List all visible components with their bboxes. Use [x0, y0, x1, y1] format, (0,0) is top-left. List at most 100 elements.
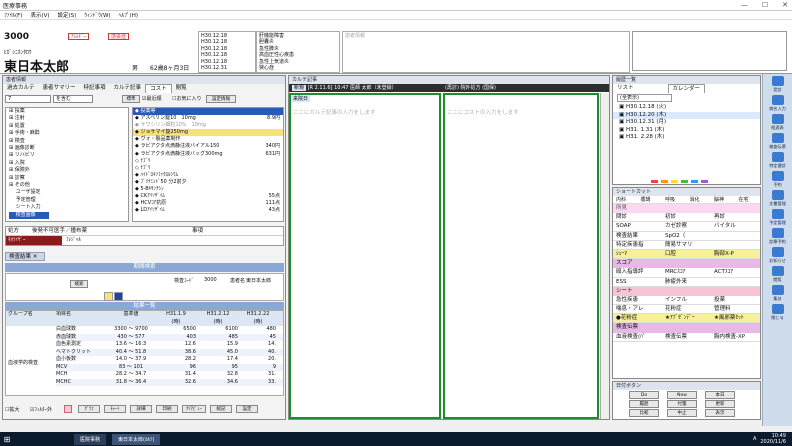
shortcut-tab[interactable]: 在宅	[736, 196, 761, 203]
tab-summary[interactable]: 患者サマリー	[39, 84, 80, 93]
tree-item[interactable]: ⊞ 検査	[9, 138, 128, 145]
shortcut-item[interactable]: 問診	[613, 213, 662, 221]
table-row[interactable]: 白血球数 3300 ～ 9700 6500 6100 480	[56, 326, 283, 334]
sidebar-button[interactable]: 経過表	[765, 114, 791, 131]
settings-info-button[interactable]: 設定情報	[206, 95, 236, 103]
color-tag[interactable]	[651, 180, 658, 183]
shortcut-tab[interactable]: 内科	[613, 196, 638, 203]
list-item[interactable]: ◆ ﾌﾞﾘﾅﾐﾝﾄﾞ50 分2前夕	[133, 179, 283, 186]
nav-button[interactable]: 本日	[705, 391, 735, 399]
print-button[interactable]: 印刷	[156, 405, 178, 413]
shortcut-item[interactable]: 投薬	[711, 296, 760, 304]
tree-item[interactable]: ⊞ リハビリ	[9, 152, 128, 159]
history-filter[interactable]: (全表示)	[617, 94, 672, 102]
menu-help[interactable]: ﾍﾙﾌﾟ(H)	[119, 11, 138, 19]
color-tag[interactable]	[661, 180, 668, 183]
color-tag[interactable]	[701, 180, 708, 183]
shortcut-item[interactable]: 花粉症	[662, 305, 711, 313]
filter-checkbox[interactable]: ☑ﾌｨﾙﾀｰ外	[30, 406, 52, 413]
chart-button[interactable]: ﾁｬｰﾄ	[104, 405, 126, 413]
karte-scrollbar[interactable]	[600, 93, 609, 419]
tab-cost[interactable]: コスト	[145, 84, 172, 93]
list-item[interactable]: ◇ ﾅﾌﾞﾘ	[133, 165, 283, 172]
marker-icon[interactable]	[114, 292, 123, 301]
favorite-checkbox[interactable]: ☐お気に入り	[172, 95, 202, 102]
tree-item[interactable]: ⊞ 投薬	[9, 108, 128, 115]
detail-button[interactable]: 詳細	[130, 405, 152, 413]
shortcut-item[interactable]: SOAP	[613, 222, 662, 230]
color-tag[interactable]	[691, 180, 698, 183]
sidebar-button[interactable]: 閉じる	[765, 304, 791, 321]
shortcut-item[interactable]: 肺疲外来	[662, 278, 711, 286]
table-row[interactable]: MCV 83 ～ 101 96 95 9	[56, 363, 283, 371]
table-row[interactable]: ﾌﾚｼﾞｬﾙ	[62, 236, 81, 245]
list-item[interactable]: ▣ H30.12.18 (火)	[613, 104, 760, 112]
shortcut-item[interactable]: カゼ診察	[662, 222, 711, 230]
disease-name-list[interactable]: 肝機能障害 胆囊炎 急性膵炎 高血圧性心疾患 急性上気道炎 狭心症	[256, 31, 340, 73]
shortcut-item[interactable]: 胸内検査-XP	[711, 333, 760, 341]
shortcut-item[interactable]: 管理料	[711, 305, 760, 313]
infection-badge[interactable]: 感染症	[108, 33, 130, 40]
shortcut-item[interactable]: 殴入指導評	[613, 268, 662, 276]
shortcut-item[interactable]: ★風邪薬ｾｯﾄ	[711, 314, 760, 322]
sidebar-button[interactable]: 特定健診	[765, 152, 791, 169]
sidebar-button[interactable]: 病名入力	[765, 95, 791, 112]
table-row[interactable]: MCHC 31.8 ～ 36.4 32.6 34.6 33.	[56, 378, 283, 386]
sidebar-button[interactable]: 集計	[765, 285, 791, 302]
color-marker-icon[interactable]	[64, 405, 72, 413]
nav-button[interactable]: 比較	[629, 409, 659, 417]
list-item[interactable]: ◆ ラビアクタ点滴静注液バッグ300mg 631円	[133, 151, 283, 158]
sidebar-button[interactable]: 文書管理	[765, 190, 791, 207]
tab-special[interactable]: 特記事項	[80, 84, 110, 93]
shortcut-item[interactable]: 胸部X-P	[711, 250, 760, 258]
list-item[interactable]: ▣ H30.12.31 (月)	[613, 119, 760, 127]
lab-search-button[interactable]: 検索	[70, 280, 88, 288]
windows-start-icon[interactable]: ⊞	[0, 435, 14, 444]
shortcut-tab[interactable]: 脳神	[711, 196, 736, 203]
shortcut-item[interactable]: ESS	[613, 278, 662, 286]
allergy-badge[interactable]: ｱﾚﾙｷﾞｰ	[68, 33, 90, 40]
order-category-tree[interactable]: ⊞ 投薬 ⊞ 注射 ⊞ 処置 ⊞ 手術・麻酔 ⊞ 検査 ⊞ 画像診断 ⊞ リハビ…	[5, 107, 129, 222]
table-row[interactable]: ﾈｵﾗｲｻﾞｰ	[6, 236, 62, 245]
tab-view[interactable]: 閲覧	[172, 84, 191, 93]
shortcut-tab[interactable]: 消化	[687, 196, 712, 203]
patient-memo-box[interactable]: 患者情報	[342, 31, 630, 73]
close-icon[interactable]: ✕	[782, 1, 788, 9]
tree-item[interactable]: ⊞ 診察	[9, 175, 128, 182]
shortcut-item[interactable]: 検査結果	[613, 232, 662, 240]
recent-checkbox[interactable]: ☑最近順	[142, 95, 162, 102]
list-item[interactable]: ▣ H31. 2.28 (木)	[613, 134, 760, 142]
shortcut-item[interactable]: MRCｽｺｱ	[662, 268, 711, 276]
karte-note-area[interactable]: 来院日 ここにカルテ記事の入力をします	[289, 93, 441, 419]
table-row[interactable]: ヘマトクリット 40.4 ～ 51.8 38.6 45.0 40.	[56, 348, 283, 356]
sidebar-button[interactable]: 予約	[765, 171, 791, 188]
nav-button[interactable]: 履歴	[629, 400, 659, 408]
nav-button[interactable]: 更新	[705, 400, 735, 408]
clear-view-button[interactable]: ｸﾘｱﾋﾞｭｰ	[182, 405, 206, 413]
tab-past-karte[interactable]: 過去カルテ	[3, 84, 39, 93]
minimize-icon[interactable]: —	[741, 1, 748, 9]
tree-item[interactable]: ⊞ 保険外	[9, 167, 128, 174]
tree-item[interactable]: ⊞ 手術・麻酔	[9, 130, 128, 137]
shortcut-item[interactable]: 急性疾患	[613, 296, 662, 304]
tree-item[interactable]: シート入力	[9, 204, 128, 211]
tree-item[interactable]: 検査画像	[9, 211, 49, 220]
shortcut-item[interactable]: インフル	[662, 296, 711, 304]
shortcut-item[interactable]	[711, 278, 760, 286]
shortcut-item[interactable]: 特定疾患指	[613, 241, 662, 249]
nav-button[interactable]: 中止	[667, 409, 697, 417]
history-list[interactable]: ▣ H30.12.18 (火) ▣ H30.12.20 (木) ▣ H30.12…	[613, 104, 760, 142]
shortcut-item[interactable]: ★ｱﾌﾞｾﾞﾝﾃﾞｰ	[662, 314, 711, 322]
shortcut-item[interactable]	[711, 241, 760, 249]
list-item[interactable]: ◆ ﾊｲﾄﾞﾛｷｿﾌｧｸﾛﾙｼｳﾑ	[133, 172, 283, 179]
shortcut-item[interactable]: 簡易サマリ	[662, 241, 711, 249]
shortcut-item[interactable]: 再診	[711, 213, 760, 221]
marker-icon[interactable]	[104, 292, 113, 301]
menu-view[interactable]: 表示(V)	[30, 11, 49, 19]
cost-entry-area[interactable]: ここにコストの入力をします	[443, 93, 599, 419]
maximize-icon[interactable]: ☐	[762, 1, 768, 9]
shortcut-item[interactable]: 血液検査(ﾊﾟ	[613, 333, 662, 341]
nav-button[interactable]: New	[667, 391, 697, 399]
table-row[interactable]: MCH 28.2 ～ 34.7 31.4 32.8 31.	[56, 371, 283, 379]
summary-button[interactable]: 総記	[210, 405, 232, 413]
